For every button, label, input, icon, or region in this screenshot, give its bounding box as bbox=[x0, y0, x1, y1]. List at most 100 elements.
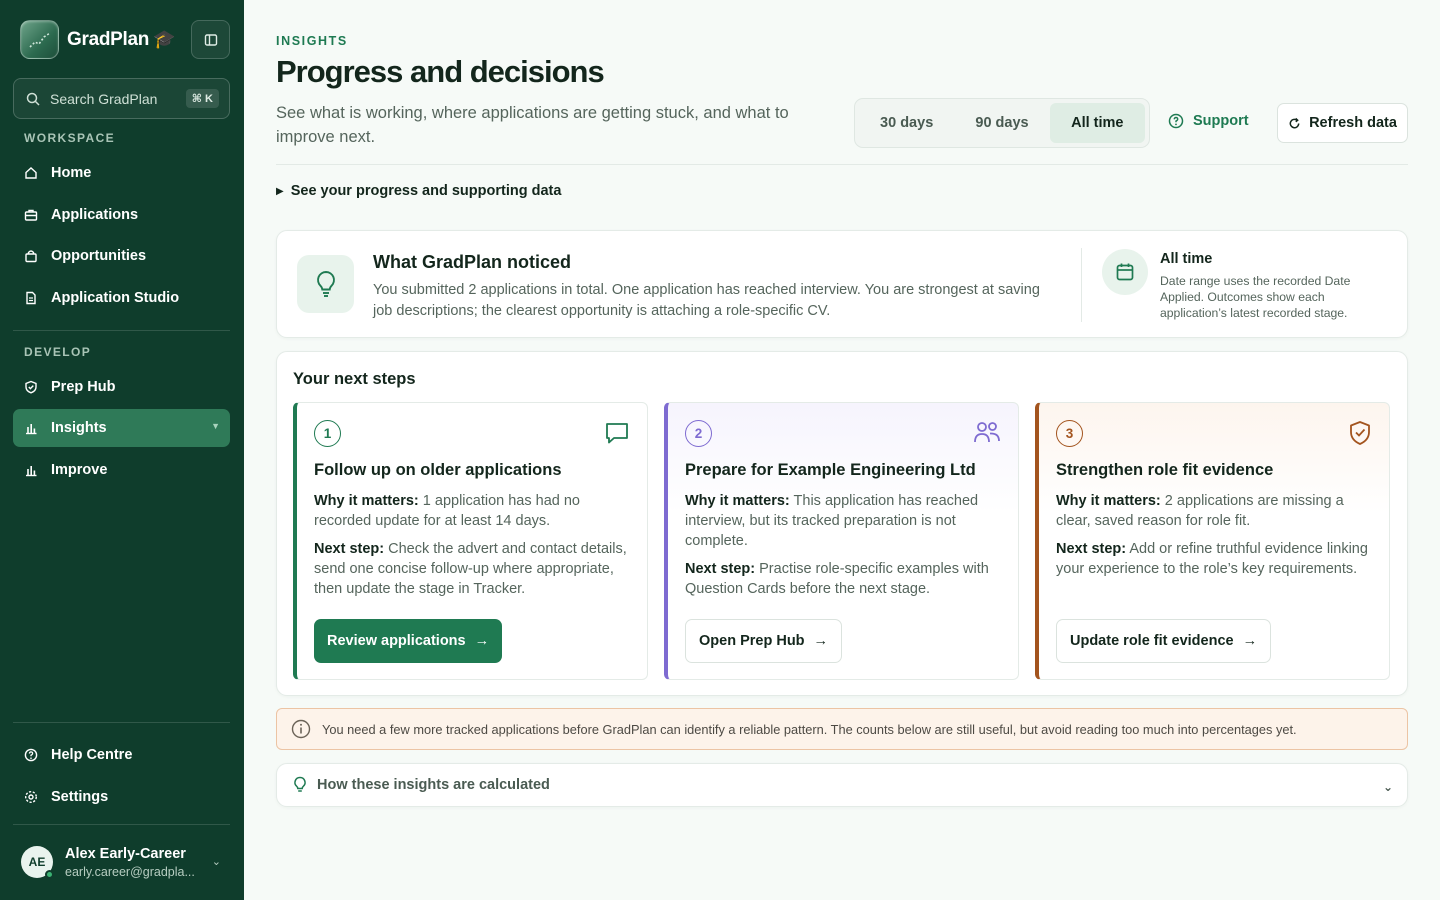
step-title: Prepare for Example Engineering Ltd bbox=[685, 461, 976, 479]
sidebar-item-insights[interactable]: Insights ▼ bbox=[13, 409, 230, 447]
page-title: Progress and decisions bbox=[276, 54, 605, 89]
brand[interactable]: GradPlan 🎓 bbox=[20, 20, 176, 59]
date-range-selector: 30 days 90 days All time bbox=[854, 98, 1150, 148]
sidebar-toggle-icon bbox=[204, 33, 217, 46]
chevron-down-icon: ⌄ bbox=[1382, 780, 1393, 794]
sidebar-item-prep-hub[interactable]: Prep Hub bbox=[13, 368, 230, 406]
step-why: Why it matters: 1 application has had no… bbox=[314, 491, 634, 531]
sidebar-item-help-centre[interactable]: Help Centre bbox=[13, 736, 230, 774]
sidebar-item-label: Help Centre bbox=[51, 747, 133, 763]
online-status-dot bbox=[45, 870, 54, 879]
gear-icon bbox=[24, 790, 38, 804]
update-role-fit-evidence-button[interactable]: Update role fit evidence → bbox=[1056, 619, 1272, 663]
user-name: Alex Early-Career bbox=[65, 845, 186, 862]
workspace-section-label: WORKSPACE bbox=[24, 131, 116, 145]
noticed-summary: You submitted 2 applications in total. O… bbox=[373, 282, 1040, 319]
arrow-right-icon: → bbox=[1242, 633, 1258, 649]
noticed-card: What GradPlan noticed You submitted 2 ap… bbox=[276, 230, 1408, 338]
notice-text: You need a few more tracked applications… bbox=[322, 721, 1297, 737]
search-button[interactable]: Search GradPlan ⌘ K bbox=[13, 78, 230, 119]
calendar-icon bbox=[1102, 249, 1148, 295]
next-label: Next step: bbox=[1056, 541, 1127, 557]
user-email: early.career@gradpla... bbox=[65, 864, 195, 879]
sidebar-divider bbox=[13, 824, 230, 825]
arrow-right-icon: → bbox=[474, 633, 490, 649]
next-steps-card: Your next steps 1 Follow up on older app… bbox=[276, 351, 1408, 696]
why-label: Why it matters: bbox=[685, 493, 790, 509]
step-number: 1 bbox=[314, 420, 341, 447]
logo-icon bbox=[20, 20, 59, 59]
search-label: Search GradPlan bbox=[50, 90, 158, 107]
user-menu[interactable]: AE Alex Early-Career early.career@gradpl… bbox=[21, 843, 221, 881]
calculation-accordion[interactable]: How these insights are calculated ⌄ bbox=[276, 763, 1408, 807]
collapse-sidebar-button[interactable] bbox=[191, 20, 230, 59]
arrow-right-icon: → bbox=[813, 633, 829, 649]
page-eyebrow: INSIGHTS bbox=[276, 34, 348, 48]
disclosure-triangle-icon: ▶ bbox=[276, 185, 284, 197]
message-icon bbox=[606, 423, 628, 444]
vertical-divider bbox=[1081, 248, 1082, 322]
main-content: INSIGHTS Progress and decisions See what… bbox=[244, 0, 1440, 900]
sidebar-item-label: Insights bbox=[51, 420, 107, 436]
step-why: Why it matters: 2 applications are missi… bbox=[1056, 491, 1376, 531]
sidebar-item-improve[interactable]: Improve bbox=[13, 451, 230, 489]
sidebar-item-applications[interactable]: Applications bbox=[13, 196, 230, 234]
sidebar-item-label: Improve bbox=[51, 462, 108, 478]
brand-name: GradPlan bbox=[67, 28, 150, 50]
step-title: Follow up on older applications bbox=[314, 461, 562, 479]
home-icon bbox=[25, 167, 37, 179]
step-next: Next step: Add or refine truthful eviden… bbox=[1056, 539, 1376, 579]
develop-section-label: DEVELOP bbox=[24, 345, 92, 359]
info-icon bbox=[291, 719, 311, 739]
noticed-title: What GradPlan noticed bbox=[373, 252, 572, 272]
support-label: Support bbox=[1193, 113, 1249, 129]
sidebar-divider bbox=[13, 330, 230, 331]
open-prep-hub-button[interactable]: Open Prep Hub → bbox=[685, 619, 843, 663]
progress-data-disclosure[interactable]: ▶ See your progress and supporting data bbox=[276, 183, 561, 199]
step-why: Why it matters: This application has rea… bbox=[685, 491, 1005, 551]
document-icon bbox=[26, 291, 36, 305]
range-all-time[interactable]: All time bbox=[1049, 103, 1145, 143]
refresh-icon bbox=[1289, 117, 1300, 128]
help-circle-icon bbox=[24, 748, 38, 762]
next-step-card: 2 Prepare for Example Engineering Ltd Wh… bbox=[664, 402, 1019, 680]
support-link[interactable]: Support bbox=[1168, 113, 1249, 129]
range-90-days[interactable]: 90 days bbox=[954, 103, 1049, 143]
why-label: Why it matters: bbox=[314, 493, 419, 509]
sidebar-item-label: Prep Hub bbox=[51, 379, 116, 395]
range-description: Date range uses the recorded Date Applie… bbox=[1160, 274, 1351, 320]
disclosure-label: See your progress and supporting data bbox=[290, 183, 562, 199]
button-label: Review applications bbox=[327, 633, 466, 649]
sidebar-item-application-studio[interactable]: Application Studio bbox=[13, 279, 230, 317]
review-applications-button[interactable]: Review applications → bbox=[314, 619, 503, 663]
next-step-card: 1 Follow up on older applications Why it… bbox=[293, 402, 648, 680]
avatar-initials: AE bbox=[28, 855, 46, 869]
refresh-data-button[interactable]: Refresh data bbox=[1277, 103, 1408, 143]
sidebar-item-label: Applications bbox=[51, 207, 139, 223]
bar-chart-icon bbox=[26, 466, 37, 477]
sidebar-item-opportunities[interactable]: Opportunities bbox=[13, 237, 230, 275]
sidebar-item-home[interactable]: Home bbox=[13, 154, 230, 192]
next-label: Next step: bbox=[314, 541, 385, 557]
accordion-label: How these insights are calculated bbox=[317, 777, 550, 793]
step-next: Next step: Practise role-specific exampl… bbox=[685, 559, 1005, 599]
sidebar-divider bbox=[13, 722, 230, 723]
refresh-label: Refresh data bbox=[1309, 115, 1397, 131]
help-circle-icon bbox=[1168, 113, 1184, 129]
briefcase-icon bbox=[24, 209, 38, 221]
sidebar-item-label: Application Studio bbox=[51, 290, 180, 306]
step-title: Strengthen role fit evidence bbox=[1056, 461, 1274, 479]
next-label: Next step: bbox=[685, 561, 756, 577]
sidebar-item-settings[interactable]: Settings bbox=[13, 778, 230, 816]
step-next: Next step: Check the advert and contact … bbox=[314, 539, 634, 599]
bar-chart-icon bbox=[26, 424, 37, 435]
shield-check-icon bbox=[1350, 421, 1370, 445]
sidebar-item-label: Opportunities bbox=[51, 248, 147, 264]
button-label: Open Prep Hub bbox=[699, 633, 805, 649]
avatar: AE bbox=[21, 846, 54, 879]
chevron-down-icon: ▼ bbox=[211, 421, 220, 431]
search-icon bbox=[26, 92, 40, 106]
step-number: 2 bbox=[685, 420, 712, 447]
range-30-days[interactable]: 30 days bbox=[859, 103, 954, 143]
lightbulb-icon bbox=[297, 255, 354, 313]
